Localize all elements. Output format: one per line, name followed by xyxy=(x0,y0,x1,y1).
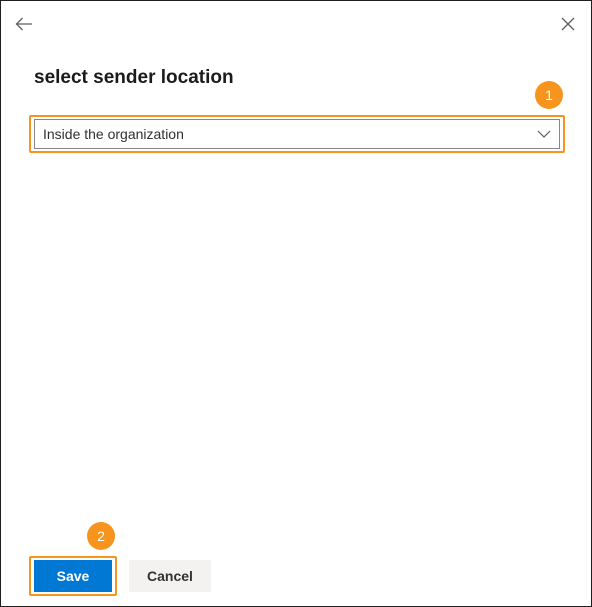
close-icon xyxy=(561,17,575,31)
arrow-left-icon xyxy=(15,17,32,31)
cancel-button[interactable]: Cancel xyxy=(129,560,211,592)
page-title: select sender location xyxy=(34,67,234,88)
chevron-down-icon xyxy=(529,120,559,148)
step-badge-2: 2 xyxy=(87,522,115,550)
sender-location-dropdown[interactable]: Inside the organization xyxy=(34,119,560,149)
flyout-panel: select sender location 1 Inside the orga… xyxy=(0,0,592,607)
save-button[interactable]: Save xyxy=(34,560,112,592)
close-button[interactable] xyxy=(554,10,582,38)
step-badge-1: 1 xyxy=(535,81,563,109)
back-button[interactable] xyxy=(10,10,38,38)
dropdown-selected-value: Inside the organization xyxy=(43,126,184,142)
